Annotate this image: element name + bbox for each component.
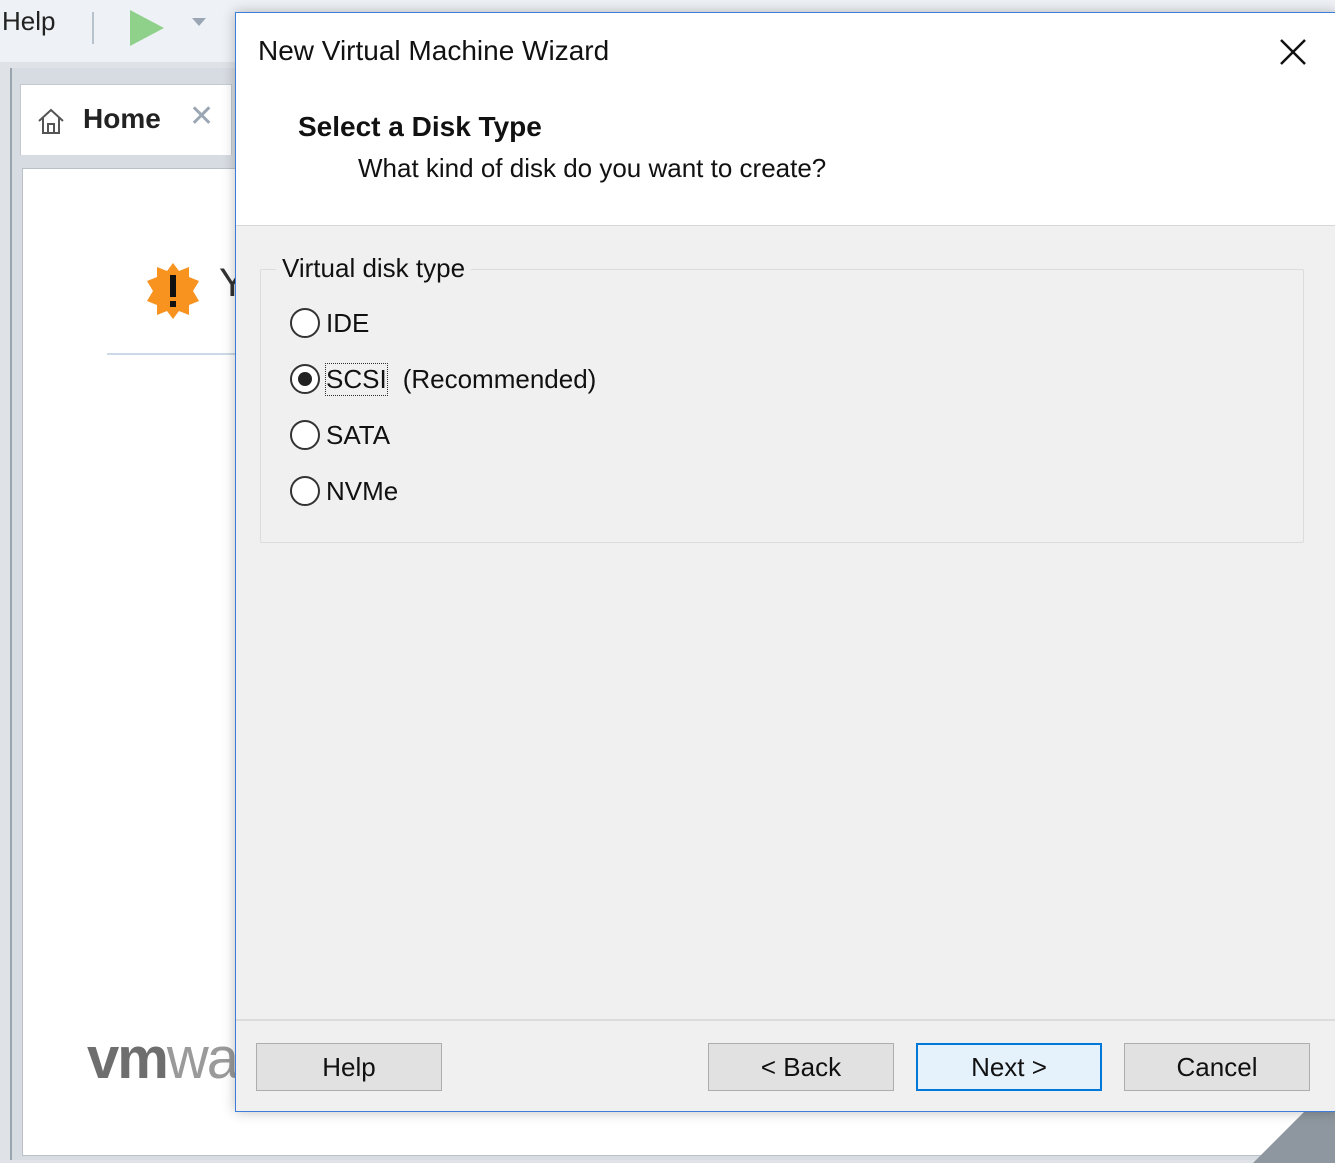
wizard-header: Select a Disk Type What kind of disk do …	[236, 93, 1335, 226]
radio-sata[interactable]: SATA	[290, 415, 390, 455]
radio-button-ide[interactable]	[290, 308, 320, 338]
toolbar-separator	[92, 12, 94, 44]
disk-type-groupbox	[260, 269, 1304, 543]
play-icon[interactable]	[130, 10, 164, 46]
groupbox-legend: Virtual disk type	[276, 253, 472, 284]
dialog-title: New Virtual Machine Wizard	[258, 35, 610, 66]
footer-divider	[236, 1019, 1335, 1021]
tab-home[interactable]: Home ✕	[20, 84, 232, 155]
close-button[interactable]	[1270, 29, 1316, 75]
back-button[interactable]: < Back	[708, 1043, 894, 1091]
page-subtitle: What kind of disk do you want to create?	[358, 153, 827, 183]
close-icon[interactable]: ✕	[189, 99, 214, 134]
radio-ide[interactable]: IDE	[290, 303, 369, 343]
cancel-button[interactable]: Cancel	[1124, 1043, 1310, 1091]
home-icon	[38, 108, 64, 134]
chevron-down-icon[interactable]	[192, 18, 206, 26]
radio-label-scsi: SCSI	[325, 362, 388, 396]
logo-strong: vm	[87, 1026, 169, 1091]
new-vm-wizard-dialog: New Virtual Machine Wizard Select a Disk…	[235, 12, 1335, 1112]
help-button[interactable]: Help	[256, 1043, 442, 1091]
recommended-note: (Recommended)	[402, 363, 597, 394]
vmware-logo: vmwa	[87, 1025, 239, 1092]
logo-light: wa	[166, 1026, 239, 1091]
page-title: Select a Disk Type	[298, 111, 542, 142]
dialog-titlebar[interactable]: New Virtual Machine Wizard	[236, 13, 1335, 93]
radio-button-nvme[interactable]	[290, 476, 320, 506]
radio-button-scsi[interactable]	[290, 364, 320, 394]
radio-label-sata: SATA	[326, 419, 391, 450]
radio-label-ide: IDE	[326, 307, 370, 338]
next-button[interactable]: Next >	[916, 1043, 1102, 1091]
warning-icon	[147, 263, 199, 319]
close-icon	[1280, 39, 1306, 65]
radio-label-nvme: NVMe	[326, 475, 399, 506]
tab-home-label: Home	[83, 103, 161, 134]
radio-nvme[interactable]: NVMe	[290, 471, 398, 511]
menu-help[interactable]: Help	[2, 6, 55, 37]
radio-scsi[interactable]: SCSI (Recommended)	[290, 359, 596, 399]
radio-button-sata[interactable]	[290, 420, 320, 450]
